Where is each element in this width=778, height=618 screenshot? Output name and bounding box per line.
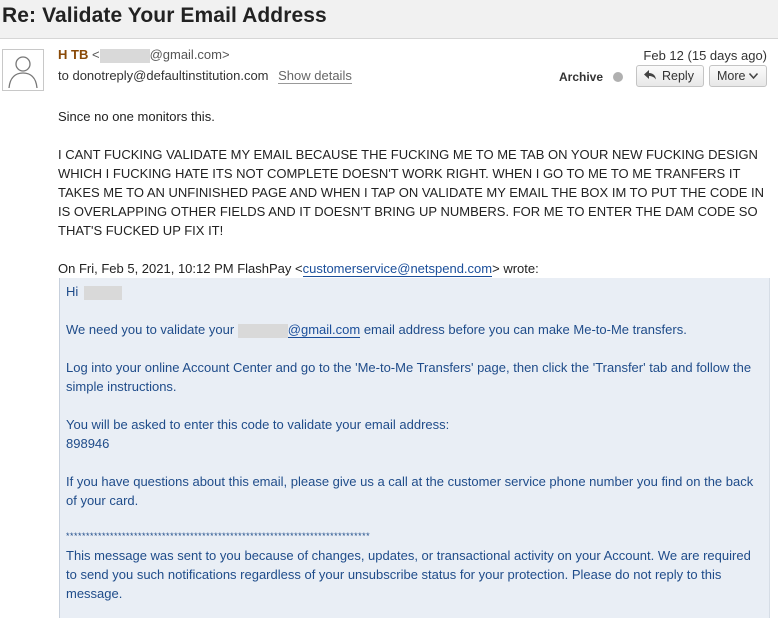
body-paragraph: Since no one monitors this. [58, 109, 215, 124]
quote-greeting: Hi [66, 284, 79, 299]
body-paragraph-complaint: I CANT FUCKING VALIDATE MY EMAIL BECAUSE… [58, 147, 764, 238]
quote-separator: ****************************************… [66, 531, 371, 541]
email-subject: Re: Validate Your Email Address [2, 4, 327, 27]
attribution-suffix: > wrote: [492, 261, 539, 276]
archive-label[interactable]: Archive [559, 70, 603, 84]
reply-arrow-icon [644, 69, 656, 83]
sender-email: < @gmail.com> [91, 47, 230, 63]
sender-line: H TB < @gmail.com> [58, 47, 230, 63]
validate-prefix: We need you to validate your [66, 322, 235, 337]
chevron-down-icon [749, 71, 759, 81]
sender-email-domain: @gmail.com> [149, 47, 230, 62]
email-open-bracket: < [91, 47, 100, 62]
sender-name[interactable]: H TB [58, 47, 88, 62]
attribution-email-link[interactable]: customerservice@netspend.com [302, 261, 493, 277]
message-date: Feb 12 (15 days ago) [643, 48, 767, 63]
redacted-email-user [237, 323, 288, 338]
quote-notice: This message was sent to you because of … [66, 548, 751, 601]
redacted-username [99, 48, 150, 63]
redacted-name [83, 285, 122, 300]
more-label: More [717, 69, 746, 83]
person-icon [8, 56, 38, 89]
quote-code-intro: You will be asked to enter this code to … [66, 417, 450, 432]
quote-questions: If you have questions about this email, … [66, 474, 754, 508]
subject-bar: Re: Validate Your Email Address [0, 0, 778, 39]
reply-button[interactable]: Reply [636, 65, 704, 87]
reply-label: Reply [662, 69, 694, 83]
recipient-address: donotreply@defaultinstitution.com [72, 68, 269, 83]
validate-suffix: email address before you can make Me-to-… [360, 322, 687, 337]
quote-attribution: On Fri, Feb 5, 2021, 10:12 PM FlashPay <… [58, 259, 778, 278]
quote-validate-line: We need you to validate your @gmail.com … [66, 320, 756, 339]
validation-code: 898946 [66, 436, 110, 451]
attribution-prefix: On Fri, Feb 5, 2021, 10:12 PM FlashPay < [58, 261, 303, 276]
archive-dot-icon[interactable] [613, 72, 623, 82]
quote-login-instructions: Log into your online Account Center and … [66, 360, 752, 394]
validate-email-link[interactable]: @gmail.com [287, 322, 361, 338]
recipient-line: to donotreply@defaultinstitution.com Sho… [58, 68, 352, 84]
quote-greeting-line: Hi [66, 282, 756, 301]
to-label: to [58, 68, 69, 83]
quoted-message: Hi We need you to validate your @gmail.c… [59, 278, 770, 618]
show-details-link[interactable]: Show details [278, 68, 352, 84]
more-button[interactable]: More [709, 65, 767, 87]
sender-avatar [2, 49, 44, 91]
